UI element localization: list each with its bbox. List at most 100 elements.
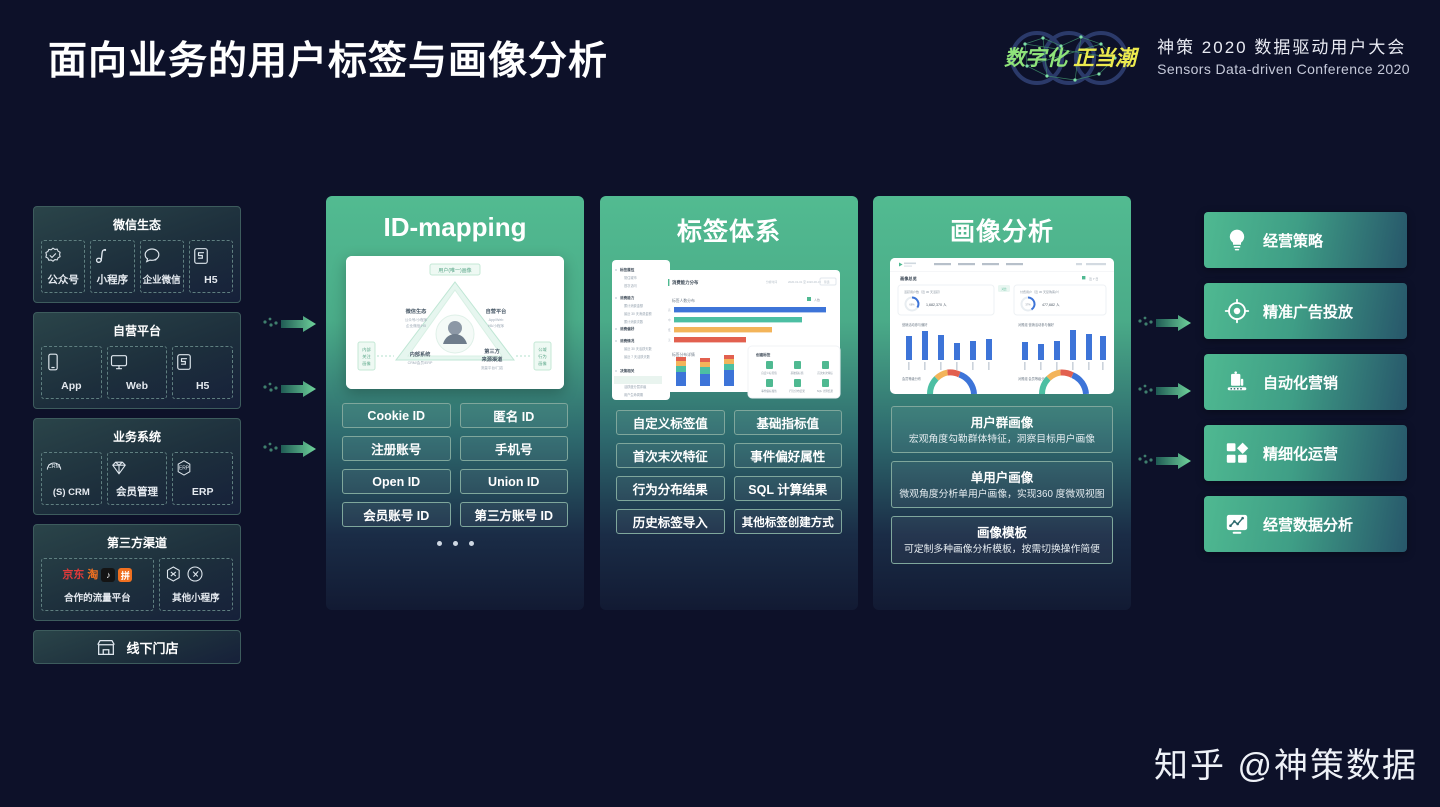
tag-item[interactable]: 第三方账号 ID bbox=[459, 502, 568, 527]
tag-item[interactable]: 行为分布结果 bbox=[616, 476, 725, 501]
svg-text:App/Web: App/Web bbox=[489, 318, 504, 322]
source-row: App Web H5 bbox=[41, 346, 234, 399]
source-item-mini-program[interactable]: 小程序 bbox=[90, 240, 135, 293]
profile-card-desc: 可定制多种画像分析模板，按需切换操作简便 bbox=[904, 544, 1100, 556]
svg-text:最近 30 天消费金额: 最近 30 天消费金额 bbox=[624, 311, 652, 316]
tag-item[interactable]: 历史标签导入 bbox=[616, 509, 725, 534]
conference-name-en: Sensors Data-driven Conference 2020 bbox=[1157, 61, 1410, 78]
svg-text:自营平台: 自营平台 bbox=[486, 307, 507, 315]
panel-profile-analysis: 画像分析 画像总览 近 7 日 活跃用户数（近 30 天活跃） 68% 1,68… bbox=[873, 196, 1131, 610]
profile-card-title: 画像模板 bbox=[976, 526, 1027, 541]
tag-item[interactable]: 匿名 ID bbox=[459, 403, 568, 428]
svg-text:477,682 人: 477,682 人 bbox=[1042, 302, 1060, 307]
svg-text:消费能力: 消费能力 bbox=[620, 295, 635, 300]
outcome-marketing-automation[interactable]: 自动化营销 bbox=[1204, 354, 1407, 410]
tag-item[interactable]: Open ID bbox=[342, 469, 451, 494]
source-item-partner-platforms[interactable]: 京东 淘 ♪ 拼 合作的流量平台 bbox=[41, 558, 154, 611]
profile-card[interactable]: 用户群画像 宏观角度勾勒群体特征，洞察目标用户画像 bbox=[891, 406, 1113, 454]
svg-text:标签人数分布: 标签人数分布 bbox=[672, 298, 695, 303]
svg-text:对比: 对比 bbox=[1001, 287, 1007, 291]
svg-text:消费情况: 消费情况 bbox=[620, 338, 635, 343]
profile-analysis-screenshot: 画像总览 近 7 日 活跃用户数（近 30 天活跃） 68% 1,682,370… bbox=[873, 258, 1131, 394]
flow-arrow-left-2 bbox=[262, 378, 324, 400]
svg-text:首次访问: 首次访问 bbox=[624, 283, 637, 288]
source-item-label: H5 bbox=[195, 380, 210, 392]
svg-text:常住城市: 常住城市 bbox=[624, 275, 638, 280]
slogan-part-2: 正当潮 bbox=[1073, 46, 1137, 70]
source-item-other-mini-programs[interactable]: 其他小程序 bbox=[158, 558, 233, 611]
source-item-h5[interactable]: H5 bbox=[188, 240, 233, 293]
mini-program-icon bbox=[92, 246, 132, 268]
svg-text:中: 中 bbox=[668, 318, 671, 322]
source-item-h5[interactable]: H5 bbox=[172, 346, 234, 399]
tag-item[interactable]: SQL 计算结果 bbox=[733, 476, 842, 501]
svg-text:标签属性: 标签属性 bbox=[619, 267, 635, 272]
outcome-business-data-analysis[interactable]: 经营数据分析 bbox=[1204, 496, 1407, 552]
svg-text:最近 7 天活跃天数: 最近 7 天活跃天数 bbox=[624, 354, 651, 359]
svg-text:营销活动参与偏好: 营销活动参与偏好 bbox=[902, 322, 928, 327]
source-item-crm[interactable]: CRM (S) CRM bbox=[41, 452, 102, 505]
source-item-label: 会员管理 bbox=[116, 486, 158, 498]
source-item-offline-store[interactable]: 线下门店 bbox=[33, 630, 241, 664]
other-mini-program-icon bbox=[161, 564, 231, 586]
outcome-business-strategy[interactable]: 经营策略 bbox=[1204, 212, 1407, 268]
lightbulb-icon bbox=[1224, 227, 1250, 253]
tag-item[interactable]: 自定义标签值 bbox=[616, 410, 725, 435]
svg-text:分析时间: 分析时间 bbox=[766, 280, 777, 284]
panel-title: ID-mapping bbox=[383, 212, 527, 242]
profile-card[interactable]: 单用户画像 微观角度分析单用户画像，实现360 度微观视图 bbox=[891, 461, 1113, 509]
source-item-web[interactable]: Web bbox=[106, 346, 168, 399]
svg-text:事件偏好属性: 事件偏好属性 bbox=[761, 389, 777, 393]
tag-item[interactable]: 首次末次特征 bbox=[616, 443, 725, 468]
svg-text:消费偏好: 消费偏好 bbox=[620, 326, 635, 331]
chat-bubble-icon bbox=[142, 246, 182, 268]
source-item-label: App bbox=[61, 380, 82, 392]
svg-text:画像: 画像 bbox=[362, 360, 371, 367]
svg-text:活跃用户数（近 30 天活跃）: 活跃用户数（近 30 天活跃） bbox=[904, 289, 942, 294]
source-item-app[interactable]: App bbox=[41, 346, 102, 399]
svg-text:自定义标签值: 自定义标签值 bbox=[761, 371, 777, 375]
conference-name-cn: 神策 2020 数据驱动用户大会 bbox=[1157, 38, 1407, 58]
tag-item[interactable]: Union ID bbox=[459, 469, 568, 494]
profile-card-title: 用户群画像 bbox=[970, 416, 1034, 430]
outcome-label: 经营策略 bbox=[1263, 232, 1324, 250]
svg-text:第三方: 第三方 bbox=[484, 347, 500, 355]
svg-text:微信生态: 微信生态 bbox=[405, 307, 428, 315]
profile-card-title: 单用户画像 bbox=[970, 471, 1034, 486]
profile-dashboard-icon: 画像总览 近 7 日 活跃用户数（近 30 天活跃） 68% 1,682,370… bbox=[890, 258, 1114, 394]
tag-item[interactable]: 其他标签创建方式 bbox=[733, 509, 842, 534]
tag-item[interactable]: 手机号 bbox=[459, 436, 568, 461]
source-item-erp[interactable]: ERP ERP bbox=[172, 452, 234, 505]
tag-item[interactable]: 事件偏好属性 bbox=[733, 443, 842, 468]
flow-arrow-right-2 bbox=[1137, 380, 1199, 402]
slide-root: 面向业务的用户标签与画像分析 数字化 正当潮 神策 2020 数据驱动用户大会 … bbox=[0, 0, 1440, 807]
tag-item[interactable]: Cookie ID bbox=[342, 403, 451, 428]
brand-slogan: 数字化 正当潮 bbox=[995, 42, 1145, 72]
svg-text:对照组 营销活动参与偏好: 对照组 营销活动参与偏好 bbox=[1018, 322, 1055, 327]
tag-item[interactable]: 注册账号 bbox=[342, 436, 451, 461]
tag-item[interactable]: 会员账号 ID bbox=[342, 502, 451, 527]
svg-text:用户(唯一)画像: 用户(唯一)画像 bbox=[438, 267, 471, 274]
svg-text:企业微信/H5: 企业微信/H5 bbox=[406, 323, 426, 328]
data-sources-column: 微信生态 公众号 小程序 企业微信 H5 自营平台 App Web H5 业务系… bbox=[33, 206, 241, 664]
pagination-dots[interactable] bbox=[326, 541, 584, 546]
source-item-work-wechat[interactable]: 企业微信 bbox=[139, 240, 184, 293]
svg-text:2020-01-01 至 2020-06-30: 2020-01-01 至 2020-06-30 bbox=[788, 280, 821, 284]
outcome-precise-advertising[interactable]: 精准广告投放 bbox=[1204, 283, 1407, 339]
svg-text:用户生命周期: 用户生命周期 bbox=[624, 392, 643, 397]
svg-text:37%: 37% bbox=[1025, 303, 1031, 307]
tag-item[interactable]: 基础指标值 bbox=[733, 410, 842, 435]
svg-text:标签分布详情: 标签分布详情 bbox=[672, 352, 695, 357]
brand-text-block: 神策 2020 数据驱动用户大会 Sensors Data-driven Con… bbox=[1157, 37, 1410, 79]
outcome-refined-operation[interactable]: 精细化运营 bbox=[1204, 425, 1407, 481]
mobile-phone-icon bbox=[43, 352, 100, 374]
svg-text:ERP: ERP bbox=[179, 466, 190, 472]
source-item-member-management[interactable]: 会员管理 bbox=[106, 452, 168, 505]
svg-text:无: 无 bbox=[668, 339, 671, 342]
svg-text:首次末次特征: 首次末次特征 bbox=[817, 371, 833, 375]
source-row: CRM (S) CRM 会员管理 ERP ERP bbox=[41, 452, 234, 505]
profile-card[interactable]: 画像模板 可定制多种画像分析模板，按需切换操作简便 bbox=[891, 516, 1113, 564]
source-group-title: 微信生态 bbox=[112, 218, 161, 232]
source-item-official-account[interactable]: 公众号 bbox=[41, 240, 86, 293]
svg-text:累计消费次数: 累计消费次数 bbox=[624, 319, 644, 324]
